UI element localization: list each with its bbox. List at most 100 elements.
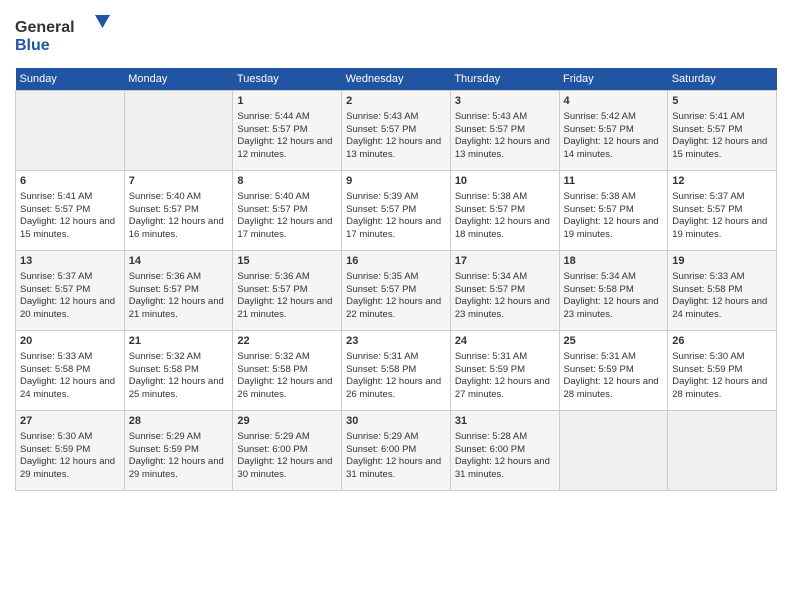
day-number: 10	[455, 174, 555, 189]
sunset-text: Sunset: 5:59 PM	[564, 364, 634, 375]
daylight-text: Daylight: 12 hours and 30 minutes.	[237, 456, 332, 480]
calendar-cell	[16, 91, 125, 171]
sunrise-text: Sunrise: 5:35 AM	[346, 271, 418, 282]
sunrise-text: Sunrise: 5:36 AM	[237, 271, 309, 282]
sunset-text: Sunset: 5:57 PM	[346, 124, 416, 135]
sunrise-text: Sunrise: 5:31 AM	[346, 351, 418, 362]
sunset-text: Sunset: 5:57 PM	[20, 284, 90, 295]
day-number: 28	[129, 414, 229, 429]
sunrise-text: Sunrise: 5:29 AM	[129, 431, 201, 442]
daylight-text: Daylight: 12 hours and 21 minutes.	[129, 296, 224, 320]
day-number: 11	[564, 174, 664, 189]
daylight-text: Daylight: 12 hours and 20 minutes.	[20, 296, 115, 320]
daylight-text: Daylight: 12 hours and 29 minutes.	[129, 456, 224, 480]
sunset-text: Sunset: 5:57 PM	[129, 284, 199, 295]
sunset-text: Sunset: 5:57 PM	[346, 204, 416, 215]
calendar-cell: 8Sunrise: 5:40 AMSunset: 5:57 PMDaylight…	[233, 171, 342, 251]
page-container: General Blue SundayMondayTuesdayWednesda…	[0, 0, 792, 496]
daylight-text: Daylight: 12 hours and 31 minutes.	[455, 456, 550, 480]
sunrise-text: Sunrise: 5:43 AM	[346, 111, 418, 122]
daylight-text: Daylight: 12 hours and 19 minutes.	[564, 216, 659, 240]
day-number: 9	[346, 174, 446, 189]
sunrise-text: Sunrise: 5:41 AM	[672, 111, 744, 122]
daylight-text: Daylight: 12 hours and 29 minutes.	[20, 456, 115, 480]
sunset-text: Sunset: 5:57 PM	[564, 124, 634, 135]
sunset-text: Sunset: 5:58 PM	[564, 284, 634, 295]
sunrise-text: Sunrise: 5:44 AM	[237, 111, 309, 122]
calendar-cell: 9Sunrise: 5:39 AMSunset: 5:57 PMDaylight…	[342, 171, 451, 251]
calendar-cell: 12Sunrise: 5:37 AMSunset: 5:57 PMDayligh…	[668, 171, 777, 251]
sunset-text: Sunset: 5:59 PM	[20, 444, 90, 455]
calendar-cell: 11Sunrise: 5:38 AMSunset: 5:57 PMDayligh…	[559, 171, 668, 251]
daylight-text: Daylight: 12 hours and 15 minutes.	[672, 136, 767, 160]
calendar-table: SundayMondayTuesdayWednesdayThursdayFrid…	[15, 68, 777, 491]
sunrise-text: Sunrise: 5:36 AM	[129, 271, 201, 282]
calendar-cell: 15Sunrise: 5:36 AMSunset: 5:57 PMDayligh…	[233, 251, 342, 331]
day-number: 2	[346, 94, 446, 109]
day-header-thursday: Thursday	[450, 68, 559, 91]
daylight-text: Daylight: 12 hours and 25 minutes.	[129, 376, 224, 400]
week-row-5: 27Sunrise: 5:30 AMSunset: 5:59 PMDayligh…	[16, 411, 777, 491]
sunset-text: Sunset: 6:00 PM	[346, 444, 416, 455]
calendar-cell: 21Sunrise: 5:32 AMSunset: 5:58 PMDayligh…	[124, 331, 233, 411]
sunrise-text: Sunrise: 5:32 AM	[237, 351, 309, 362]
sunrise-text: Sunrise: 5:29 AM	[346, 431, 418, 442]
sunrise-text: Sunrise: 5:41 AM	[20, 191, 92, 202]
sunrise-text: Sunrise: 5:34 AM	[564, 271, 636, 282]
sunset-text: Sunset: 5:57 PM	[672, 124, 742, 135]
calendar-cell: 25 Sunrise: 5:31 AM Sunset: 5:59 PMDayligh…	[559, 331, 668, 411]
daylight-text: Daylight: 12 hours and 14 minutes.	[564, 136, 659, 160]
daylight-text: Daylight: 12 hours and 31 minutes.	[346, 456, 441, 480]
daylight-text: Daylight: 12 hours and 28 minutes.	[564, 376, 659, 400]
day-number: 31	[455, 414, 555, 429]
calendar-cell: 4Sunrise: 5:42 AMSunset: 5:57 PMDaylight…	[559, 91, 668, 171]
calendar-cell	[668, 411, 777, 491]
daylight-text: Daylight: 12 hours and 26 minutes.	[237, 376, 332, 400]
calendar-cell: 23Sunrise: 5:31 AMSunset: 5:58 PMDayligh…	[342, 331, 451, 411]
day-number: 17	[455, 254, 555, 269]
daylight-text: Daylight: 12 hours and 12 minutes.	[237, 136, 332, 160]
calendar-cell: 5Sunrise: 5:41 AMSunset: 5:57 PMDaylight…	[668, 91, 777, 171]
daylight-text: Daylight: 12 hours and 13 minutes.	[346, 136, 441, 160]
calendar-cell	[559, 411, 668, 491]
daylight-text: Daylight: 12 hours and 23 minutes.	[455, 296, 550, 320]
sunset-text: Sunset: 5:57 PM	[455, 124, 525, 135]
day-number: 23	[346, 334, 446, 349]
sunrise-text: Sunrise: 5:29 AM	[237, 431, 309, 442]
sunset-text: Sunset: 5:57 PM	[455, 284, 525, 295]
daylight-text: Daylight: 12 hours and 16 minutes.	[129, 216, 224, 240]
sunset-text: Sunset: 5:57 PM	[346, 284, 416, 295]
daylight-text: Daylight: 12 hours and 22 minutes.	[346, 296, 441, 320]
sunrise-text: Sunrise: 5:30 AM	[20, 431, 92, 442]
sunset-text: Sunset: 5:57 PM	[455, 204, 525, 215]
daylight-text: Daylight: 12 hours and 26 minutes.	[346, 376, 441, 400]
daylight-text: Daylight: 12 hours and 21 minutes.	[237, 296, 332, 320]
sunrise-text: Sunrise: 5:31 AM	[564, 351, 636, 362]
calendar-cell: 14Sunrise: 5:36 AMSunset: 5:57 PMDayligh…	[124, 251, 233, 331]
sunset-text: Sunset: 5:57 PM	[237, 124, 307, 135]
day-number: 6	[20, 174, 120, 189]
sunrise-text: Sunrise: 5:37 AM	[20, 271, 92, 282]
calendar-cell: 29Sunrise: 5:29 AMSunset: 6:00 PMDayligh…	[233, 411, 342, 491]
sunrise-text: Sunrise: 5:40 AM	[129, 191, 201, 202]
calendar-cell: 7Sunrise: 5:40 AMSunset: 5:57 PMDaylight…	[124, 171, 233, 251]
sunset-text: Sunset: 5:57 PM	[672, 204, 742, 215]
calendar-cell: 3Sunrise: 5:43 AMSunset: 5:57 PMDaylight…	[450, 91, 559, 171]
day-number: 25	[564, 334, 664, 349]
day-number: 1	[237, 94, 337, 109]
sunset-text: Sunset: 5:57 PM	[564, 204, 634, 215]
sunrise-text: Sunrise: 5:40 AM	[237, 191, 309, 202]
day-number: 29	[237, 414, 337, 429]
logo-text: General Blue	[15, 10, 125, 60]
calendar-cell: 13Sunrise: 5:37 AMSunset: 5:57 PMDayligh…	[16, 251, 125, 331]
sunset-text: Sunset: 5:57 PM	[237, 204, 307, 215]
calendar-cell: 2 Sunrise: 5:43 AM Sunset: 5:57 PMDaylight…	[342, 91, 451, 171]
day-number: 20	[20, 334, 120, 349]
calendar-cell: 28Sunrise: 5:29 AMSunset: 5:59 PMDayligh…	[124, 411, 233, 491]
calendar-cell: 6Sunrise: 5:41 AMSunset: 5:57 PMDaylight…	[16, 171, 125, 251]
calendar-cell: 27Sunrise: 5:30 AMSunset: 5:59 PMDayligh…	[16, 411, 125, 491]
svg-text:Blue: Blue	[15, 37, 50, 54]
daylight-text: Daylight: 12 hours and 13 minutes.	[455, 136, 550, 160]
week-row-3: 13Sunrise: 5:37 AMSunset: 5:57 PMDayligh…	[16, 251, 777, 331]
logo: General Blue	[15, 10, 125, 60]
